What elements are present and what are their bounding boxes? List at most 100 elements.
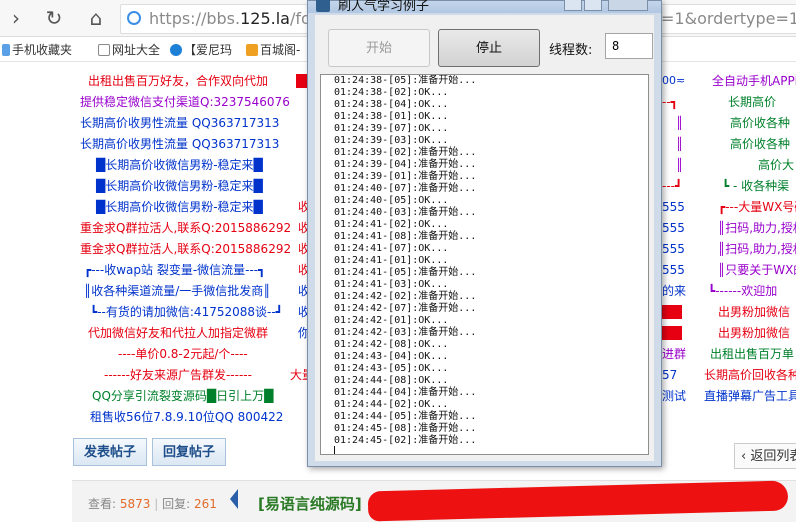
- ad-item[interactable]: 租售收56位7.8.9.10位QQ 800422: [90, 410, 283, 424]
- ad-item[interactable]: 长期高价收男性流量 QQ363717313: [80, 116, 279, 130]
- ad-item[interactable]: 长期高价回收各种: [704, 368, 796, 382]
- minimize-icon[interactable]: [564, 0, 582, 11]
- ad-item[interactable]: ║只要关于WX的: [718, 263, 796, 277]
- play-icon: [170, 44, 182, 56]
- chevron-left-icon: ‹: [741, 449, 751, 464]
- ad-item[interactable]: ┗ - 收各种渠: [722, 179, 789, 193]
- ad-item[interactable]: ┏---大量WX号码: [718, 200, 796, 214]
- replies-count: 261: [193, 497, 217, 511]
- ad-item[interactable]: 长期高价: [728, 95, 776, 109]
- divider-arrow: [230, 481, 238, 522]
- ad-item[interactable]: 重金求Q群拉活人,联系Q:2015886292: [80, 221, 291, 235]
- ad-item[interactable]: 的来: [662, 284, 686, 298]
- ad-item[interactable]: 出租出售百万好友，合作双向代加: [88, 74, 268, 88]
- log-line: 01:24:43-[05]:OK...: [334, 363, 449, 374]
- ad-marker: [662, 326, 682, 340]
- ad-item[interactable]: QQ分享引流裂变源码█日引上万█: [92, 389, 273, 403]
- bookmark-aini[interactable]: 【爱尼玛: [170, 41, 232, 58]
- text-caret: [334, 446, 335, 454]
- ad-item[interactable]: ┗--有货的请加微信:41752088谈--┛: [90, 305, 283, 319]
- back-to-list-button[interactable]: ‹ 返回列表: [734, 443, 796, 469]
- log-line: 01:24:44-[04]:准备开始...: [334, 387, 477, 398]
- globe-icon: [127, 11, 141, 25]
- log-line: 01:24:39-[01]:准备开始...: [334, 171, 477, 182]
- log-line: 01:24:41-[05]:准备开始...: [334, 267, 477, 278]
- log-line: 01:24:44-[05]:准备开始...: [334, 411, 477, 422]
- ad-item[interactable]: ┗------欢迎加: [708, 284, 777, 298]
- ad-item[interactable]: 出男粉加微信: [718, 305, 790, 319]
- ad-item[interactable]: 555: [662, 242, 685, 256]
- ad-item[interactable]: 出租出售百万单: [710, 347, 794, 361]
- log-line: 01:24:39-[03]:OK...: [334, 135, 449, 146]
- ad-item[interactable]: 进群: [662, 347, 686, 361]
- stop-button[interactable]: 停止: [438, 29, 540, 67]
- ad-item[interactable]: 出男粉加微信: [718, 326, 790, 340]
- ad-item[interactable]: 555: [662, 200, 685, 214]
- ad-item[interactable]: ------好友来源广告群发------: [104, 368, 252, 382]
- log-line: 01:24:39-[02]:准备开始...: [334, 147, 477, 158]
- ad-item[interactable]: █长期高价收微信男粉-稳定来█: [96, 158, 263, 172]
- log-line: 01:24:42-[01]:OK...: [334, 315, 449, 326]
- ad-item[interactable]: 测试: [662, 389, 686, 403]
- log-line: 01:24:38-[02]:OK...: [334, 87, 449, 98]
- bookmark-baicheng[interactable]: 百城阁-: [246, 41, 300, 58]
- ad-item[interactable]: ┏---收wap站 裂变量-微信流量---┓: [84, 263, 265, 277]
- log-line: 01:24:40-[07]:准备开始...: [334, 183, 477, 194]
- forward-arrow-icon[interactable]: ›: [4, 6, 28, 30]
- phone-icon: [2, 44, 10, 56]
- ad-item[interactable]: ║扫码,助力,授权: [718, 242, 796, 256]
- ad-marker: ║: [676, 137, 684, 151]
- ad-item[interactable]: 高价收各种: [730, 116, 790, 130]
- log-line: 01:24:38-[05]:准备开始...: [334, 75, 477, 86]
- log-line: 01:24:38-[04]:OK...: [334, 99, 449, 110]
- ad-item[interactable]: 长期高价收男性流量 QQ363717313: [80, 137, 279, 151]
- ad-marker: [662, 305, 682, 319]
- ad-item[interactable]: 提供稳定微信支付渠道Q:3237546076: [80, 95, 290, 109]
- ad-item[interactable]: █长期高价收微信男粉-稳定来█: [96, 179, 263, 193]
- maximize-icon[interactable]: [584, 0, 602, 11]
- bookmark-mobile[interactable]: 手机收藏夹: [2, 41, 72, 58]
- ad-item[interactable]: ║扫码,助力,授权: [718, 221, 796, 235]
- ad-item[interactable]: 代加微信好友和代拉人加指定微群: [88, 326, 268, 340]
- ad-item[interactable]: ----单价0.8-2元起/个----: [118, 347, 248, 361]
- bookmark-directory[interactable]: 网址大全: [98, 41, 160, 58]
- b-logo-icon: [246, 44, 258, 56]
- ad-item[interactable]: ║收各种渠道流量/一手微信批发商║: [84, 284, 271, 298]
- close-icon[interactable]: [608, 0, 648, 11]
- log-line: 01:24:42-[03]:准备开始...: [334, 327, 477, 338]
- ad-marker: --┓: [662, 95, 678, 109]
- ad-item[interactable]: 全自动手机APPE: [712, 74, 796, 88]
- log-line: 01:24:45-[02]:准备开始...: [334, 435, 477, 446]
- log-line: 01:24:43-[04]:OK...: [334, 351, 449, 362]
- reply-thread-button[interactable]: 回复帖子: [152, 438, 226, 466]
- log-line: 01:24:41-[02]:OK...: [334, 219, 449, 230]
- thread-title[interactable]: [易语言纯源码]: [258, 493, 362, 514]
- log-line: 01:24:45-[08]:准备开始...: [334, 423, 477, 434]
- ad-item[interactable]: 57: [662, 368, 677, 382]
- window-titlebar[interactable]: 刷人气学习例子: [308, 0, 661, 14]
- threads-input[interactable]: 8: [605, 33, 653, 59]
- log-line: 01:24:41-[08]:准备开始...: [334, 231, 477, 242]
- window-title: 刷人气学习例子: [338, 0, 430, 14]
- ad-item[interactable]: 555: [662, 263, 685, 277]
- log-line: 01:24:42-[07]:准备开始...: [334, 303, 477, 314]
- log-line: 01:24:40-[05]:OK...: [334, 195, 449, 206]
- ad-item[interactable]: 高价大: [758, 158, 794, 172]
- ad-item[interactable]: 重金求Q群拉活人,联系Q:2015886292: [80, 242, 291, 256]
- ad-item[interactable]: 直播弹幕广告工具: [704, 389, 796, 403]
- thread-stats: 查看: 5873 | 回复: 261: [88, 497, 217, 511]
- home-icon[interactable]: ⌂: [84, 6, 108, 30]
- ad-marker: ---┛: [662, 179, 683, 193]
- post-thread-button[interactable]: 发表帖子: [73, 438, 147, 466]
- log-output[interactable]: 01:24:38-[05]:准备开始... 01:24:38-[02]:OK...…: [320, 74, 649, 455]
- log-line: 01:24:42-[02]:准备开始...: [334, 291, 477, 302]
- reload-icon[interactable]: ↻: [42, 6, 66, 30]
- app-window: 刷人气学习例子 开始 停止 线程数: 8 01:24:38-[05]:准备开始.…: [307, 0, 662, 467]
- log-line: 01:24:41-[07]:OK...: [334, 243, 449, 254]
- log-line: 01:24:39-[04]:准备开始...: [334, 159, 477, 170]
- ad-item[interactable]: 555: [662, 221, 685, 235]
- log-line: 01:24:42-[08]:OK...: [334, 339, 449, 350]
- ad-item[interactable]: █长期高价收微信男粉-稳定来█: [96, 200, 263, 214]
- ad-item[interactable]: 高价收各种: [730, 137, 790, 151]
- start-button[interactable]: 开始: [328, 29, 430, 67]
